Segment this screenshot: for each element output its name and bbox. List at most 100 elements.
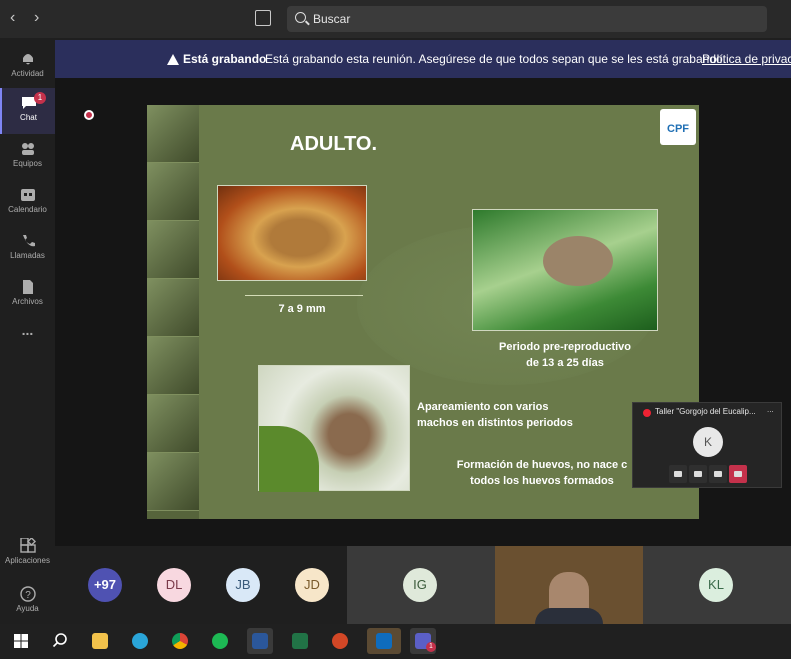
insect-photo xyxy=(147,221,199,279)
file-explorer-button[interactable] xyxy=(87,628,113,654)
prereproductive-line: de 13 a 25 días xyxy=(526,357,604,369)
weevil-photo-mating xyxy=(258,365,410,492)
weevil-photo-leaf xyxy=(472,209,658,331)
rail-item-actividad[interactable]: Actividad xyxy=(0,44,55,90)
banner-message: Está grabando esta reunión. Asegúrese de… xyxy=(265,52,727,66)
calendar-icon xyxy=(20,189,35,201)
eggs-line: todos los huevos formados xyxy=(470,475,614,487)
search-input[interactable]: Buscar xyxy=(287,6,767,32)
hang-up-icon[interactable] xyxy=(729,465,747,483)
participant-avatar[interactable]: JB xyxy=(226,568,260,602)
title-bar: ‹ › Buscar xyxy=(0,0,791,38)
rail-item-archivos[interactable]: Archivos xyxy=(0,272,55,318)
presenter-video-body xyxy=(535,608,603,624)
participant-avatar[interactable]: JD xyxy=(295,568,329,602)
app-rail: Actividad Chat 1 Equipos Calendario Llam… xyxy=(0,38,55,624)
eggs-line: Formación de huevos, no nace c xyxy=(456,459,628,471)
insect-photo xyxy=(147,453,199,511)
microphone-toggle-icon[interactable] xyxy=(689,465,707,483)
rail-label: Llamadas xyxy=(10,251,45,260)
recording-indicator-icon xyxy=(84,110,94,120)
insect-photo xyxy=(147,279,199,337)
share-screen-icon[interactable] xyxy=(709,465,727,483)
participant-avatar[interactable]: IG xyxy=(403,568,437,602)
camera-toggle-icon[interactable] xyxy=(669,465,687,483)
rail-item-equipos[interactable]: Equipos xyxy=(0,134,55,180)
windows-logo-icon xyxy=(14,634,28,648)
edge-icon xyxy=(132,633,148,649)
rail-item-calendario[interactable]: Calendario xyxy=(0,180,55,226)
slide-title: ADULTO. xyxy=(290,133,378,155)
apps-button[interactable]: Aplicaciones xyxy=(0,538,55,565)
rail-label: Actividad xyxy=(11,69,44,78)
shared-slide: ADULTO. CPF 7 a 9 mm Periodo pre-reprodu… xyxy=(147,105,699,519)
prereproductive-line: Periodo pre-reproductivo xyxy=(498,341,632,353)
more-participants-button[interactable]: +97 xyxy=(88,568,122,602)
phone-icon xyxy=(22,235,35,247)
mini-call-window[interactable]: Taller "Gorgojo del Eucalip... ... K xyxy=(632,402,782,488)
eggs-text: Formación de huevos, no nace c todos los… xyxy=(437,457,647,489)
windows-taskbar: 1 xyxy=(0,624,791,658)
warning-icon xyxy=(167,54,179,65)
spotify-button[interactable] xyxy=(207,628,233,654)
participants-gallery: +97 DL JB JD IG KL xyxy=(55,546,791,624)
avatar: K xyxy=(693,427,723,457)
svg-text:?: ? xyxy=(25,590,31,601)
excel-button[interactable] xyxy=(287,628,313,654)
chrome-icon xyxy=(172,633,188,649)
call-controls xyxy=(669,465,749,483)
rail-item-chat[interactable]: Chat 1 xyxy=(0,88,55,134)
rail-label: Chat xyxy=(20,113,37,122)
rail-label: Archivos xyxy=(12,297,43,306)
word-icon xyxy=(252,633,268,649)
recording-banner: Está grabando Está grabando esta reunión… xyxy=(55,40,791,78)
teams-icon xyxy=(21,143,34,155)
banner-title: Está grabando xyxy=(183,52,267,66)
help-icon: ? xyxy=(19,586,36,602)
privacy-policy-link[interactable]: Política de privaci xyxy=(702,40,791,78)
insect-photo xyxy=(147,395,199,453)
participant-avatar[interactable]: KL xyxy=(699,568,733,602)
powerpoint-icon xyxy=(332,633,348,649)
word-button[interactable] xyxy=(247,628,273,654)
taskbar-search-button[interactable] xyxy=(47,628,73,654)
participant-video[interactable] xyxy=(495,546,643,624)
size-scale-line xyxy=(245,295,363,296)
teams-button[interactable]: 1 xyxy=(410,628,436,654)
spotify-icon xyxy=(212,633,228,649)
files-icon xyxy=(22,280,33,294)
meeting-title: Taller "Gorgojo del Eucalip... xyxy=(655,407,756,416)
more-apps-button[interactable]: ... xyxy=(0,322,55,368)
chrome-button[interactable] xyxy=(167,628,193,654)
participant-avatar[interactable]: DL xyxy=(157,568,191,602)
outlook-icon xyxy=(376,633,392,649)
cpf-logo: CPF xyxy=(660,109,696,145)
search-placeholder: Buscar xyxy=(313,12,351,26)
apps-label: Aplicaciones xyxy=(5,556,50,565)
compose-icon[interactable] xyxy=(255,10,271,26)
rail-label: Calendario xyxy=(8,205,47,214)
help-button[interactable]: ? Ayuda xyxy=(0,586,55,613)
outlook-button[interactable] xyxy=(367,628,401,654)
apps-icon xyxy=(19,538,36,553)
help-label: Ayuda xyxy=(16,604,39,613)
mating-line: machos en distintos periodos xyxy=(417,417,573,429)
size-text: 7 a 9 mm xyxy=(278,303,326,315)
back-arrow-icon[interactable]: ‹ xyxy=(10,9,15,27)
more-options-button[interactable]: ... xyxy=(767,405,774,414)
search-icon xyxy=(52,633,67,648)
edge-button[interactable] xyxy=(127,628,153,654)
insect-photo xyxy=(147,163,199,221)
bell-icon xyxy=(22,54,33,65)
windows-start-button[interactable] xyxy=(8,628,34,654)
recording-dot-icon xyxy=(643,409,651,417)
prereproductive-text: Periodo pre-reproductivo de 13 a 25 días xyxy=(477,339,653,371)
folder-icon xyxy=(92,633,108,649)
excel-icon xyxy=(292,633,308,649)
rail-item-llamadas[interactable]: Llamadas xyxy=(0,226,55,272)
insect-photo-strip xyxy=(147,105,199,519)
search-icon xyxy=(295,12,306,23)
forward-arrow-icon[interactable]: › xyxy=(34,9,39,27)
mating-text: Apareamiento con varios machos en distin… xyxy=(417,399,577,431)
powerpoint-button[interactable] xyxy=(327,628,353,654)
